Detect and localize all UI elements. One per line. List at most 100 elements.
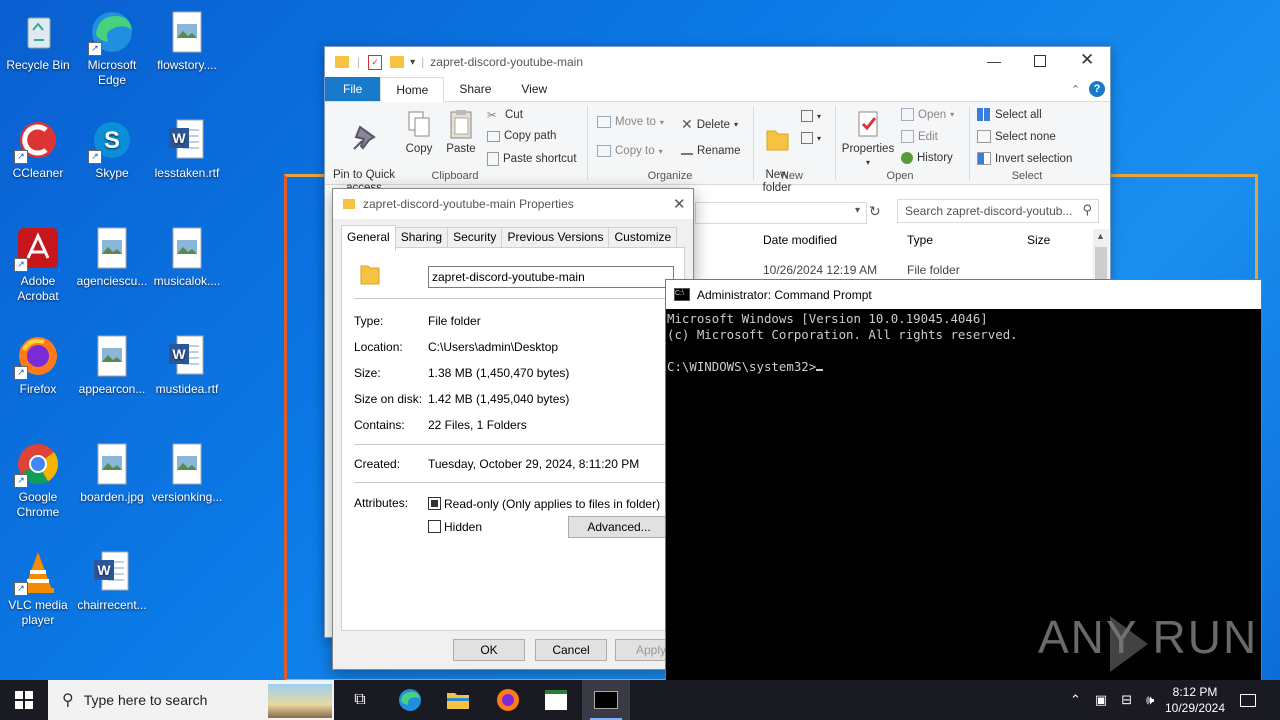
address-bar[interactable]: ▾	[695, 202, 867, 224]
customize-quick-access-icon[interactable]: ▾	[410, 57, 415, 68]
desktop-icon-firefox[interactable]: ↗ Firefox	[0, 332, 76, 397]
paste-shortcut-button[interactable]: Paste shortcut	[487, 152, 577, 166]
copy-to-button[interactable]: Copy to ▾	[597, 145, 663, 157]
advanced-button[interactable]: Advanced...	[568, 516, 670, 538]
history-button[interactable]: History	[901, 152, 953, 164]
hidden-label[interactable]: Hidden	[444, 520, 482, 534]
scroll-up-arrow-icon[interactable]: ▲	[1096, 231, 1105, 241]
recycle-bin-icon	[14, 8, 62, 56]
size-on-disk-label: Size on disk:	[354, 392, 423, 406]
tab-view[interactable]: View	[506, 77, 562, 101]
tab-previous-versions[interactable]: Previous Versions	[501, 227, 610, 248]
minimize-button[interactable]: —	[987, 53, 1001, 69]
desktop-icon-skype[interactable]: S ↗ Skype	[74, 116, 150, 181]
show-hidden-icons-chevron-icon[interactable]: ⌃	[1070, 692, 1081, 708]
image-file-icon	[163, 8, 211, 56]
edit-button[interactable]: Edit	[901, 130, 938, 143]
column-date-modified[interactable]: Date modified	[763, 233, 837, 247]
volume-icon[interactable]: 🕪	[1146, 692, 1154, 708]
invert-selection-button[interactable]: Invert selection	[977, 152, 1072, 165]
readonly-label[interactable]: Read-only (Only applies to files in fold…	[444, 497, 660, 511]
cut-button[interactable]: ✂ Cut	[487, 108, 523, 122]
tab-share[interactable]: Share	[444, 77, 506, 101]
easy-access-button[interactable]: ▾	[801, 132, 821, 144]
ccleaner-icon: ↗	[14, 116, 62, 164]
open-button[interactable]: Open ▾	[901, 108, 954, 121]
address-dropdown-icon[interactable]: ▾	[855, 205, 860, 216]
taskbar-edge[interactable]	[386, 680, 434, 720]
desktop-icon-google-chrome[interactable]: ↗ Google Chrome	[0, 440, 76, 520]
svg-text:S: S	[104, 127, 120, 154]
tab-security[interactable]: Security	[447, 227, 503, 248]
desktop-icon-versionking[interactable]: versionking...	[149, 440, 225, 505]
desktop-icon-lesstaken[interactable]: W lesstaken.rtf	[149, 116, 225, 181]
rename-button[interactable]: Rename	[681, 145, 740, 157]
image-file-icon	[163, 224, 211, 272]
group-label-organize: Organize	[647, 170, 693, 182]
clock[interactable]: 8:12 PM 10/29/2024	[1158, 680, 1232, 720]
tab-sharing[interactable]: Sharing	[394, 227, 449, 248]
desktop-icon-ccleaner[interactable]: ↗ CCleaner	[0, 116, 76, 181]
desktop-icon-adobe-acrobat[interactable]: ↗ Adobe Acrobat	[0, 224, 76, 304]
select-all-button[interactable]: Select all	[977, 108, 1042, 121]
taskbar-file-explorer[interactable]	[434, 680, 482, 720]
desktop-icon-edge[interactable]: ↗ Microsoft Edge	[74, 8, 150, 88]
tab-customize[interactable]: Customize	[608, 227, 678, 248]
delete-button[interactable]: ✕ Delete ▾	[681, 116, 738, 133]
desktop-icon-musicalok[interactable]: musicalok....	[149, 224, 225, 289]
word-doc-icon: W	[163, 116, 211, 164]
ribbon-separator	[835, 106, 836, 180]
desktop-icon-agenciescu[interactable]: agenciescu...	[74, 224, 150, 289]
open-icon	[901, 108, 914, 121]
folder-name-input[interactable]: zapret-discord-youtube-main	[428, 266, 674, 288]
tab-general[interactable]: General	[341, 225, 396, 251]
close-button[interactable]: ✕	[1080, 50, 1094, 70]
taskbar-command-prompt[interactable]	[582, 680, 630, 720]
column-type[interactable]: Type	[907, 233, 933, 247]
easy-access-icon	[801, 132, 813, 144]
desktop-icon-recycle-bin[interactable]: Recycle Bin	[0, 8, 76, 73]
new-item-button[interactable]: ▾	[801, 110, 821, 122]
notifications-button[interactable]	[1238, 680, 1258, 720]
meet-now-icon[interactable]: ▣	[1095, 692, 1107, 708]
ok-button[interactable]: OK	[453, 639, 525, 661]
copy-path-button[interactable]: Copy path	[487, 130, 556, 142]
network-icon[interactable]: ⊟	[1121, 692, 1132, 708]
readonly-checkbox[interactable]	[428, 497, 441, 510]
desktop-icon-appearcon[interactable]: appearcon...	[74, 332, 150, 397]
paste-button[interactable]: Paste	[441, 108, 481, 156]
desktop-icon-mustidea[interactable]: W mustidea.rtf	[149, 332, 225, 397]
desktop-icon-vlc[interactable]: ↗ VLC media player	[0, 548, 76, 628]
desktop-icon-chairrecent[interactable]: W chairrecent...	[74, 548, 150, 613]
taskbar-firefox[interactable]	[484, 680, 532, 720]
help-icon[interactable]: ?	[1089, 81, 1105, 97]
copy-button[interactable]: Copy	[401, 108, 437, 156]
tab-home[interactable]: Home	[380, 77, 445, 102]
close-button[interactable]: ✕	[673, 195, 686, 213]
maximize-button[interactable]	[1034, 55, 1046, 67]
desktop-icon-flowstory[interactable]: flowstory....	[149, 8, 225, 73]
taskbar-app[interactable]	[532, 680, 580, 720]
cmd-line-version: Microsoft Windows [Version 10.0.19045.40…	[667, 311, 988, 326]
move-to-button[interactable]: Move to ▾	[597, 116, 664, 128]
taskbar-search-box[interactable]: ⚲ Type here to search	[48, 680, 334, 720]
new-folder-quick-icon[interactable]	[390, 56, 405, 68]
size-on-disk-value: 1.42 MB (1,495,040 bytes)	[428, 392, 570, 406]
created-value: Tuesday, October 29, 2024, 8:11:20 PM	[428, 457, 640, 471]
separator: |	[357, 55, 361, 69]
hidden-checkbox[interactable]	[428, 520, 441, 533]
system-tray: ⌃ ▣ ⊟ 🕪	[1070, 680, 1154, 720]
command-prompt-window[interactable]: C:\ Administrator: Command Prompt Micros…	[665, 279, 1262, 683]
collapse-ribbon-icon[interactable]: ⌃	[1071, 83, 1080, 96]
properties-quick-icon[interactable]: ✓	[368, 54, 383, 70]
task-view-button[interactable]: ⧉	[336, 680, 384, 720]
tab-file[interactable]: File	[325, 77, 381, 101]
properties-button[interactable]: Properties ▾	[839, 108, 897, 169]
start-button[interactable]	[0, 680, 48, 720]
select-none-button[interactable]: Select none	[977, 130, 1056, 143]
column-size[interactable]: Size	[1027, 233, 1050, 247]
refresh-icon[interactable]: ↻	[869, 203, 881, 220]
desktop-icon-boarden[interactable]: boarden.jpg	[74, 440, 150, 505]
cancel-button[interactable]: Cancel	[535, 639, 607, 661]
search-box[interactable]: Search zapret-discord-youtub... ⚲	[897, 199, 1099, 223]
